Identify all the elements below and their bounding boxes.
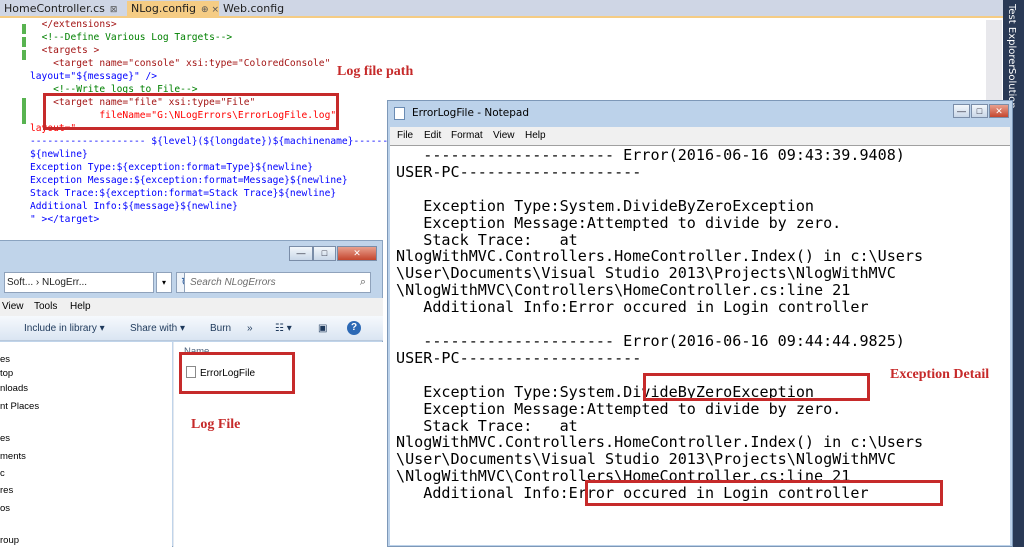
search-placeholder: Search NLogErrors — [190, 277, 276, 288]
tab-nlog-config[interactable]: NLog.config ⊕ × — [127, 1, 219, 18]
nav-item[interactable]: nt Places — [0, 400, 39, 414]
window-title: ErrorLogFile - Notepad — [412, 107, 530, 119]
code-line: </extensions> — [41, 19, 117, 30]
code-line: ${newline} — [30, 149, 88, 160]
log-line: \NlogWithMVC\Controllers\HomeController.… — [396, 281, 851, 300]
tab-close-icon[interactable]: ⊕ × — [201, 5, 219, 15]
menu-view[interactable]: View — [2, 298, 24, 316]
explorer-titlebar: — □ ✕ — [0, 241, 383, 267]
code-line: " ></target> — [30, 214, 100, 225]
log-file-label: Log File — [191, 417, 241, 432]
menu-file[interactable]: File — [397, 127, 413, 145]
nav-item[interactable]: c — [0, 467, 5, 481]
log-line: \User\Documents\Visual Studio 2013\Proje… — [396, 264, 896, 283]
log-line: Exception Message:Attempted to divide by… — [396, 213, 842, 232]
include-in-library-button[interactable]: Include in library ▾ — [24, 316, 105, 341]
change-marker — [22, 37, 26, 47]
search-icon: ⌕ — [359, 276, 366, 288]
code-line: Additional Info:${message}${newline} — [30, 201, 238, 212]
nav-item[interactable]: nloads — [0, 382, 28, 396]
address-bar[interactable]: Soft... › NLogErr... — [4, 272, 154, 293]
change-marker — [22, 98, 26, 124]
code-line: layout="${message}" /> — [30, 71, 158, 82]
maximize-icon[interactable]: □ — [971, 104, 988, 118]
tab-web-config[interactable]: Web.config — [219, 1, 285, 18]
code-line: Stack Trace:${exception:format=Stack Tra… — [30, 188, 337, 199]
explorer-toolbar: Include in library ▾ Share with ▾ Burn »… — [0, 316, 383, 341]
change-marker — [22, 50, 26, 60]
log-line: Additional Info:Error occured in Login c… — [396, 298, 869, 317]
additional-info-highlight — [585, 480, 943, 506]
nav-item[interactable]: os — [0, 502, 10, 516]
nav-item[interactable]: es — [0, 432, 10, 446]
close-icon[interactable]: ✕ — [989, 104, 1009, 118]
editor-tab-bar: HomeController.cs ⊠ NLog.config ⊕ × Web.co… — [0, 0, 1003, 18]
code-line: <targets > — [41, 45, 100, 56]
more-commands-button[interactable]: » — [247, 316, 253, 341]
log-line: NlogWithMVC.Controllers.HomeController.I… — [396, 433, 924, 452]
chevron-down-icon[interactable]: ▾ — [156, 272, 172, 293]
burn-button[interactable]: Burn — [210, 316, 231, 341]
log-line: --------------------- Error(2016-06-16 0… — [396, 146, 905, 164]
nav-item[interactable]: es — [0, 353, 10, 367]
code-line: <!--Define Various Log Targets--> — [41, 32, 233, 43]
code-line: Exception Message:${exception:format=Mes… — [30, 175, 348, 186]
code-editor[interactable]: </extensions> <!--Define Various Log Tar… — [30, 18, 390, 248]
preview-pane-icon[interactable]: ▣ — [318, 316, 327, 341]
log-line: Exception Type:System.DivideByZeroExcept… — [396, 196, 815, 215]
menu-edit[interactable]: Edit — [424, 127, 441, 145]
tab-label: HomeController.cs — [4, 2, 105, 15]
log-line: \User\Documents\Visual Studio 2013\Proje… — [396, 450, 896, 469]
explorer-menubar: View Tools Help — [0, 298, 383, 316]
tab-pin-icon[interactable]: ⊠ — [110, 5, 118, 15]
exception-type-highlight — [643, 373, 870, 401]
exception-detail-label: Exception Detail — [890, 367, 990, 382]
nav-item[interactable]: ments — [0, 450, 26, 464]
test-explorer-tab[interactable]: Test Explorer — [1006, 4, 1017, 69]
menu-format[interactable]: Format — [451, 127, 483, 145]
log-file-path-label: Log file path — [337, 64, 414, 79]
minimize-icon[interactable]: — — [289, 246, 313, 261]
tab-homecontroller[interactable]: HomeController.cs ⊠ — [0, 1, 125, 18]
search-input[interactable]: Search NLogErrors ⌕ — [184, 272, 371, 293]
log-line: Stack Trace: at — [396, 230, 578, 249]
nav-item[interactable]: res — [0, 484, 13, 498]
log-line: --------------------- Error(2016-06-16 0… — [396, 331, 905, 350]
help-icon[interactable]: ? — [347, 321, 361, 335]
log-line: USER-PC-------------------- — [396, 162, 642, 181]
close-icon[interactable]: ✕ — [337, 246, 377, 261]
menu-tools[interactable]: Tools — [34, 298, 57, 316]
minimize-icon[interactable]: — — [953, 104, 970, 118]
nav-item[interactable]: roup — [0, 534, 19, 547]
notepad-menubar: File Edit Format View Help — [390, 127, 1010, 145]
log-line: NlogWithMVC.Controllers.HomeController.I… — [396, 247, 924, 266]
view-options-icon[interactable]: ☷ ▾ — [275, 316, 292, 341]
menu-help[interactable]: Help — [70, 298, 91, 316]
log-line: USER-PC-------------------- — [396, 348, 642, 367]
change-marker — [22, 24, 26, 34]
code-line: -------------------- ${level}(${longdate… — [30, 136, 390, 147]
editor-gutter — [0, 20, 30, 250]
navigation-pane: es top nloads nt Places es ments c res o… — [0, 342, 172, 547]
maximize-icon[interactable]: □ — [313, 246, 336, 261]
log-line: Stack Trace: at — [396, 416, 578, 435]
log-file-path-highlight — [43, 93, 339, 130]
log-line: Exception Message:Attempted to divide by… — [396, 399, 842, 418]
menu-view[interactable]: View — [493, 127, 515, 145]
menu-help[interactable]: Help — [525, 127, 546, 145]
code-line: Exception Type:${exception:format=Type}$… — [30, 162, 314, 173]
share-with-button[interactable]: Share with ▾ — [130, 316, 185, 341]
log-file-highlight — [179, 352, 295, 394]
editor-scrollbar[interactable] — [986, 20, 1002, 110]
tab-label: Web.config — [223, 2, 285, 15]
code-line: <target name="console" xsi:type="Colored… — [53, 58, 331, 69]
tab-label: NLog.config — [131, 2, 197, 15]
nav-item[interactable]: top — [0, 367, 13, 381]
explorer-address-row: Soft... › NLogErr... ▾ ↻ Search NLogErro… — [0, 271, 383, 297]
notepad-icon — [394, 107, 405, 120]
